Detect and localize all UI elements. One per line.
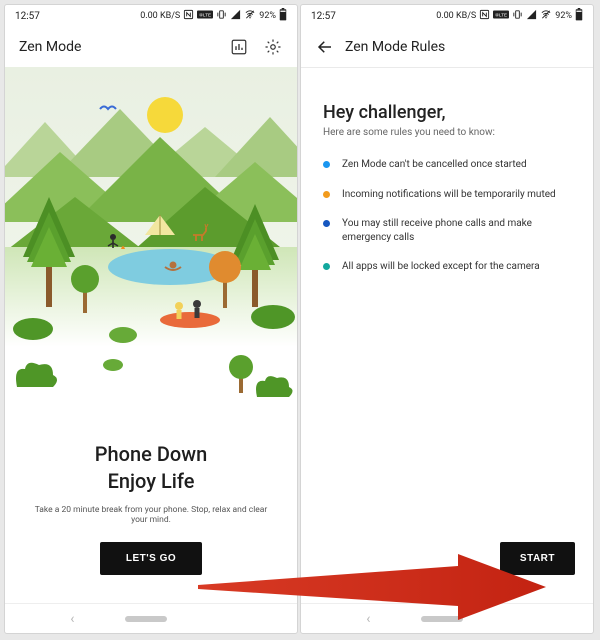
zen-mode-home-screen: 12:57 0.00 KB/S ④LTE 92% (4, 4, 298, 634)
rule-item: Incoming notifications will be temporari… (323, 188, 571, 202)
rules-list: Zen Mode can't be cancelled once started… (323, 158, 571, 274)
nav-back-icon[interactable]: ‹ (366, 611, 370, 627)
header: Zen Mode (5, 27, 297, 67)
svg-text:④LTE: ④LTE (199, 13, 211, 18)
gear-icon[interactable] (263, 37, 283, 57)
battery-icon (575, 8, 583, 24)
lets-go-button[interactable]: LET'S GO (100, 542, 202, 575)
system-nav-bar: ‹ (5, 603, 297, 633)
vibrate-icon (216, 9, 227, 23)
stats-icon[interactable] (229, 37, 249, 57)
status-battery-pct: 92% (259, 11, 276, 21)
rule-item: Zen Mode can't be cancelled once started (323, 158, 571, 172)
hero-illustration (5, 67, 297, 347)
bullet-icon (323, 263, 330, 270)
hero-text: Phone Down Enjoy Life Take a 20 minute b… (5, 417, 297, 535)
back-icon[interactable] (315, 37, 335, 57)
rules-heading: Hey challenger, (323, 102, 571, 123)
status-net-speed: 0.00 KB/S (140, 11, 180, 21)
wifi-off-icon (540, 9, 552, 23)
rule-item: You may still receive phone calls and ma… (323, 217, 571, 244)
hero-line1: Phone Down (95, 442, 207, 466)
vibrate-icon (512, 9, 523, 23)
system-nav-bar: ‹ (301, 603, 593, 633)
status-net-speed: 0.00 KB/S (436, 11, 476, 21)
nfc-icon (479, 9, 490, 23)
rule-item: All apps will be locked except for the c… (323, 260, 571, 274)
wifi-off-icon (244, 9, 256, 23)
page-title: Zen Mode Rules (345, 39, 445, 55)
bullet-icon (323, 161, 330, 168)
page-title: Zen Mode (19, 39, 81, 55)
status-bar: 12:57 0.00 KB/S ④LTE 92% (5, 5, 297, 27)
start-button[interactable]: START (500, 542, 575, 575)
volte-icon: ④LTE (493, 10, 509, 22)
status-time: 12:57 (15, 11, 40, 22)
signal-icon (526, 9, 537, 23)
hero-line2: Enjoy Life (108, 469, 195, 493)
status-bar: 12:57 0.00 KB/S ④LTE 92% (301, 5, 593, 27)
svg-text:④LTE: ④LTE (495, 13, 507, 18)
signal-icon (230, 9, 241, 23)
nfc-icon (183, 9, 194, 23)
status-time: 12:57 (311, 11, 336, 22)
nav-home-pill[interactable] (125, 616, 167, 622)
rules-subheading: Here are some rules you need to know: (323, 127, 571, 138)
zen-mode-rules-screen: 12:57 0.00 KB/S ④LTE 92% (300, 4, 594, 634)
battery-icon (279, 8, 287, 24)
hero-subtitle: Take a 20 minute break from your phone. … (25, 505, 277, 525)
nav-back-icon[interactable]: ‹ (70, 611, 74, 627)
bullet-icon (323, 191, 330, 198)
volte-icon: ④LTE (197, 10, 213, 22)
foreground-shrubs (5, 347, 297, 417)
nav-home-pill[interactable] (421, 616, 463, 622)
header: Zen Mode Rules (301, 27, 593, 67)
status-battery-pct: 92% (555, 11, 572, 21)
bullet-icon (323, 220, 330, 227)
